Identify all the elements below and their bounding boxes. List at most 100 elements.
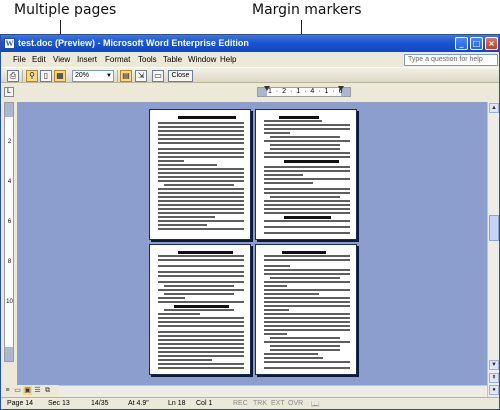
greeked-text-line	[264, 341, 350, 343]
print-icon[interactable]: ⎙	[7, 70, 19, 82]
greeked-text-line	[264, 192, 350, 194]
view-ruler-icon[interactable]: ▤	[120, 70, 132, 82]
scroll-up-icon[interactable]: ▲	[489, 103, 499, 113]
spelling-status-icon[interactable]: 📖	[311, 400, 320, 408]
greeked-text-line	[264, 200, 350, 202]
greeked-text-line	[270, 148, 340, 150]
greeked-text-line	[158, 347, 244, 349]
select-browse-object-icon[interactable]: ●	[489, 385, 499, 395]
preview-area[interactable]	[17, 102, 487, 409]
menu-edit[interactable]: Edit	[32, 55, 46, 64]
greeked-text-line	[158, 204, 244, 206]
greeked-text-line	[264, 321, 350, 323]
greeked-text-line	[284, 160, 339, 163]
left-margin-marker[interactable]	[264, 86, 270, 91]
web-layout-icon[interactable]: ▭	[13, 386, 22, 395]
greeked-text-line	[158, 212, 244, 214]
menu-format[interactable]: Format	[105, 55, 130, 64]
ruler-tick: 10	[6, 299, 13, 305]
menu-tools[interactable]: Tools	[138, 55, 157, 64]
greeked-text-line	[158, 325, 244, 327]
greeked-text-line	[158, 160, 184, 162]
tab-selector-icon[interactable]: L	[4, 87, 14, 97]
shrink-to-fit-icon[interactable]: ⇲	[135, 70, 147, 82]
greeked-text-line	[158, 196, 244, 198]
greeked-text-line	[264, 293, 319, 295]
greeked-text-line	[264, 367, 350, 369]
menu-insert[interactable]: Insert	[77, 55, 97, 64]
ruler-tick: 6	[7, 219, 12, 225]
scroll-thumb[interactable]	[489, 215, 499, 241]
menu-file[interactable]: File	[13, 55, 26, 64]
right-margin-marker[interactable]	[338, 86, 344, 91]
vertical-ruler[interactable]: 2 4 6 8 10	[4, 102, 14, 362]
vertical-scrollbar[interactable]: ▲ ▼ ⇞ ● ⇟	[487, 102, 499, 409]
horizontal-ruler[interactable]: 1 · 2 · 1 · 4 · 1 · 6	[257, 86, 351, 97]
greeked-text-line	[264, 289, 350, 291]
status-ovr[interactable]: OVR	[288, 400, 303, 407]
greeked-text-line	[158, 321, 244, 323]
callout-margin-markers: Margin markers	[252, 2, 362, 18]
outline-view-icon[interactable]: ☰	[33, 386, 42, 395]
preview-page-3[interactable]	[149, 244, 251, 375]
previous-page-icon[interactable]: ⇞	[489, 373, 499, 383]
greeked-text-line	[158, 339, 244, 341]
zoom-select[interactable]: 20% ▼	[72, 70, 114, 82]
greeked-text-line	[270, 277, 340, 279]
greeked-text-line	[158, 192, 244, 194]
greeked-text-line	[158, 188, 244, 190]
menu-window[interactable]: Window	[188, 55, 216, 64]
multiple-pages-icon[interactable]: ▦	[54, 70, 66, 82]
greeked-text-line	[158, 220, 244, 222]
greeked-text-line	[264, 285, 287, 287]
greeked-text-line	[270, 349, 340, 351]
full-screen-icon[interactable]: ▭	[152, 70, 164, 82]
title-bar[interactable]: W test.doc (Preview) - Microsoft Word En…	[1, 35, 499, 52]
preview-page-1[interactable]	[149, 109, 251, 240]
minimize-button[interactable]: _	[455, 37, 468, 50]
view-buttons: ≡ ▭ ▣ ☰ ⧉	[1, 385, 59, 397]
one-page-icon[interactable]: ▯	[40, 70, 52, 82]
greeked-text-line	[158, 200, 244, 202]
menu-help[interactable]: Help	[220, 55, 236, 64]
greeked-text-line	[264, 170, 350, 172]
horizontal-scrollbar[interactable]	[59, 385, 487, 397]
scroll-down-icon[interactable]: ▼	[489, 360, 499, 370]
normal-view-icon[interactable]: ≡	[3, 386, 12, 395]
close-window-button[interactable]: ×	[485, 37, 498, 50]
menu-view[interactable]: View	[53, 55, 70, 64]
greeked-text-line	[264, 329, 350, 331]
status-bar: Page 14 Sec 13 14/35 At 4.9" Ln 18 Col 1…	[1, 397, 499, 409]
status-line: Ln 18	[168, 400, 186, 407]
close-preview-button[interactable]: Close	[168, 70, 193, 82]
print-layout-icon[interactable]: ▣	[23, 386, 32, 395]
callout-multiple-pages: Multiple pages	[14, 2, 117, 18]
greeked-text-line	[264, 255, 350, 257]
help-question-input[interactable]: Type a question for help	[404, 54, 498, 66]
menu-table[interactable]: Table	[163, 55, 182, 64]
ruler-tick: 8	[7, 259, 12, 265]
preview-page-2[interactable]	[255, 109, 357, 240]
greeked-text-line	[264, 301, 350, 303]
greeked-text-line	[264, 208, 350, 210]
magnifier-icon[interactable]: ⚲	[26, 70, 38, 82]
greeked-text-line	[264, 188, 350, 190]
greeked-text-line	[264, 226, 350, 228]
greeked-text-line	[284, 216, 331, 219]
greeked-text-line	[158, 359, 212, 361]
greeked-text-line	[270, 337, 340, 339]
maximize-button[interactable]: □	[470, 37, 483, 50]
preview-page-4[interactable]	[255, 244, 357, 375]
greeked-text-line	[178, 116, 236, 119]
status-ext[interactable]: EXT	[271, 400, 285, 407]
greeked-text-line	[158, 122, 244, 124]
greeked-text-line	[264, 317, 350, 319]
greeked-text-line	[158, 301, 244, 303]
greeked-text-line	[264, 269, 350, 271]
window-title: test.doc (Preview) - Microsoft Word Ente…	[18, 38, 249, 48]
print-preview-toolbar: ⎙ ⚲ ▯ ▦ 20% ▼ ▤ ⇲ ▭ Close	[1, 67, 499, 83]
status-rec[interactable]: REC	[233, 400, 248, 407]
status-trk[interactable]: TRK	[253, 400, 267, 407]
toolbar-separator	[22, 70, 23, 82]
reading-layout-icon[interactable]: ⧉	[43, 386, 52, 395]
